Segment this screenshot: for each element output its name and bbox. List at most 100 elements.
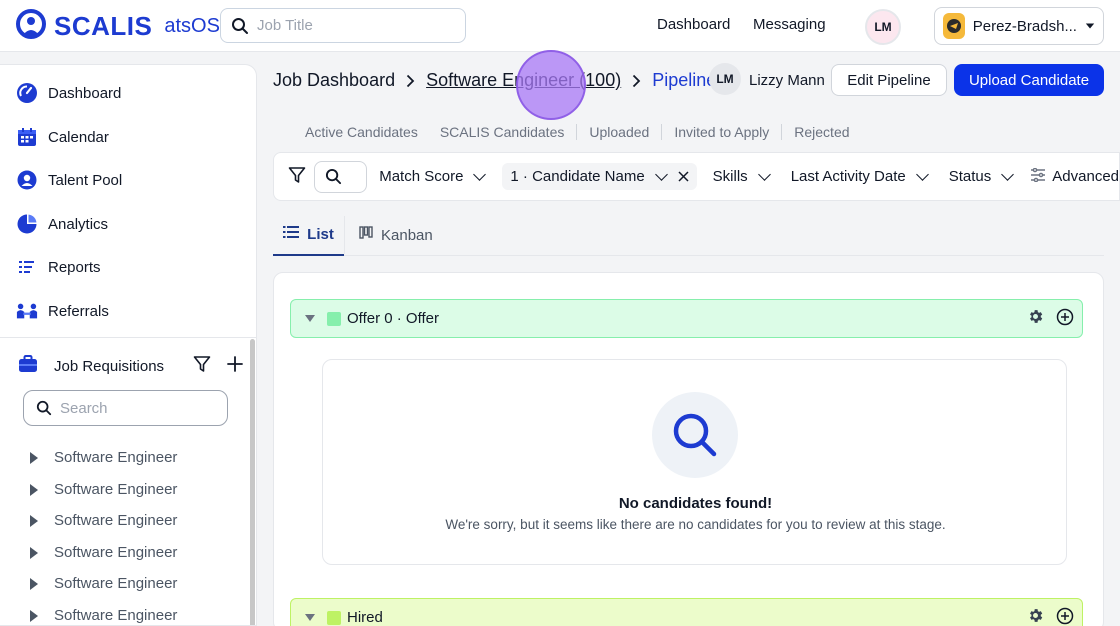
sidebar-item-reports[interactable]: Reports [16, 256, 101, 278]
requisition-search[interactable] [23, 390, 228, 426]
upload-candidate-button[interactable]: Upload Candidate [954, 64, 1104, 96]
filter-last-activity-date[interactable]: Last Activity Date [790, 167, 929, 185]
tab-divider [344, 216, 345, 254]
chevron-right-icon [632, 74, 641, 88]
empty-state-message: We're sorry, but it seems like there are… [445, 517, 946, 532]
requisition-item[interactable]: Software Engineer [30, 481, 177, 498]
sidebar-item-analytics[interactable]: Analytics [16, 213, 108, 235]
breadcrumb-job[interactable]: Software Engineer (100) [426, 70, 621, 91]
collapse-caret-icon[interactable] [305, 315, 315, 322]
filter-advanced[interactable]: Advanced [1030, 167, 1119, 186]
expand-caret-icon[interactable] [30, 451, 38, 464]
empty-state: No candidates found! We're sorry, but it… [322, 359, 1067, 565]
sidebar-scrollbar[interactable] [250, 339, 255, 625]
stage-color-swatch [327, 610, 341, 625]
filter-skills[interactable]: Skills [712, 167, 771, 185]
sidebar-divider [0, 337, 256, 338]
collapse-caret-icon[interactable] [305, 614, 315, 621]
requisition-item[interactable]: Software Engineer [30, 607, 177, 624]
user-avatar[interactable]: LM [865, 9, 901, 45]
kanban-icon [359, 226, 373, 244]
stage-row-hired[interactable]: Hired [290, 598, 1083, 626]
chevron-right-icon [406, 74, 415, 88]
dashboard-icon [16, 82, 38, 104]
filter-label: Advanced [1052, 168, 1119, 185]
search-icon [325, 168, 342, 185]
stage-color-swatch [327, 311, 341, 326]
requisition-item[interactable]: Software Engineer [30, 575, 177, 592]
filter-match-score[interactable]: Match Score [379, 167, 487, 185]
tab-divider [781, 124, 783, 140]
filter-label: Last Activity Date [790, 168, 906, 185]
filter-label: 1 · Candidate Name [510, 168, 645, 185]
sidebar-item-label: Referrals [48, 302, 109, 320]
tab-active-candidates[interactable]: Active Candidates [305, 124, 418, 140]
caret-down-icon [1085, 23, 1095, 29]
expand-caret-icon[interactable] [30, 483, 38, 496]
chevron-down-icon [473, 167, 487, 181]
stage-row-offer[interactable]: Offer 0 · Offer [290, 299, 1083, 338]
tab-list[interactable]: List [273, 214, 344, 256]
filter-candidate-name[interactable]: 1 · Candidate Name [502, 163, 697, 190]
requisition-search-input[interactable] [60, 399, 210, 417]
requisition-label: Software Engineer [54, 607, 178, 624]
sidebar-item-dashboard[interactable]: Dashboard [16, 82, 121, 104]
sidebar-item-referrals[interactable]: Referrals [16, 300, 109, 322]
sidebar-item-talent-pool[interactable]: Talent Pool [16, 169, 122, 191]
job-title-search-input[interactable] [257, 17, 447, 34]
close-icon[interactable] [678, 171, 689, 182]
filter-status[interactable]: Status [949, 167, 1015, 185]
tab-scalis-candidates[interactable]: SCALIS Candidates [440, 124, 565, 140]
view-tabs: List Kanban [273, 214, 1104, 256]
requisition-label: Software Engineer [54, 449, 178, 466]
brand-suffix: atsOS [164, 14, 220, 37]
search-icon [36, 400, 52, 416]
scalis-logo-icon [14, 9, 48, 43]
job-title-search[interactable] [220, 8, 466, 43]
requisition-item[interactable]: Software Engineer [30, 512, 177, 529]
chevron-down-icon [1001, 167, 1015, 181]
sidebar-item-label: Dashboard [48, 84, 122, 102]
analytics-icon [16, 213, 38, 235]
gear-icon[interactable] [1027, 607, 1044, 626]
expand-caret-icon[interactable] [30, 609, 38, 622]
add-circle-icon[interactable] [1056, 607, 1074, 626]
brand-logo[interactable]: SCALIS atsOS [14, 9, 220, 43]
tab-uploaded[interactable]: Uploaded [589, 124, 649, 140]
sidebar-item-label: Calendar [48, 128, 109, 146]
sidebar-item-label: Talent Pool [48, 171, 123, 189]
expand-caret-icon[interactable] [30, 577, 38, 590]
recruiter-name: Lizzy Mann [749, 72, 825, 89]
requisition-item[interactable]: Software Engineer [30, 449, 177, 466]
candidate-source-tabs: Active Candidates SCALIS Candidates Uplo… [305, 124, 850, 140]
search-icon [232, 17, 248, 34]
filter-label: Skills [712, 168, 748, 185]
expand-caret-icon[interactable] [30, 546, 38, 559]
requisition-item[interactable]: Software Engineer [30, 544, 177, 561]
tab-invited-to-apply[interactable]: Invited to Apply [674, 124, 769, 140]
candidate-search-input[interactable] [314, 160, 368, 193]
chevron-down-icon [654, 167, 668, 181]
filter-icon[interactable] [288, 166, 306, 188]
edit-pipeline-button[interactable]: Edit Pipeline [831, 64, 947, 96]
add-icon[interactable] [227, 356, 243, 377]
sidebar-item-calendar[interactable]: Calendar [16, 126, 109, 148]
breadcrumb-job-dashboard[interactable]: Job Dashboard [273, 70, 395, 91]
tab-rejected[interactable]: Rejected [794, 124, 849, 140]
sidebar: Dashboard Calendar Talent Pool Analytics… [0, 64, 257, 626]
company-switcher[interactable]: Perez-Bradsh... [934, 7, 1104, 45]
expand-caret-icon[interactable] [30, 514, 38, 527]
briefcase-icon [18, 355, 38, 378]
pipeline-board: Offer 0 · Offer No candidates found! We'… [273, 272, 1104, 626]
reports-icon [16, 256, 38, 278]
filter-label: Match Score [379, 168, 464, 185]
chevron-down-icon [915, 167, 929, 181]
filter-icon[interactable] [193, 355, 211, 378]
top-nav-dashboard[interactable]: Dashboard [657, 16, 730, 33]
tab-kanban[interactable]: Kanban [359, 214, 433, 256]
job-requisitions-title: Job Requisitions [54, 358, 165, 375]
gear-icon[interactable] [1027, 308, 1044, 329]
add-circle-icon[interactable] [1056, 308, 1074, 330]
top-nav-messaging[interactable]: Messaging [753, 16, 826, 33]
requisition-label: Software Engineer [54, 544, 178, 561]
